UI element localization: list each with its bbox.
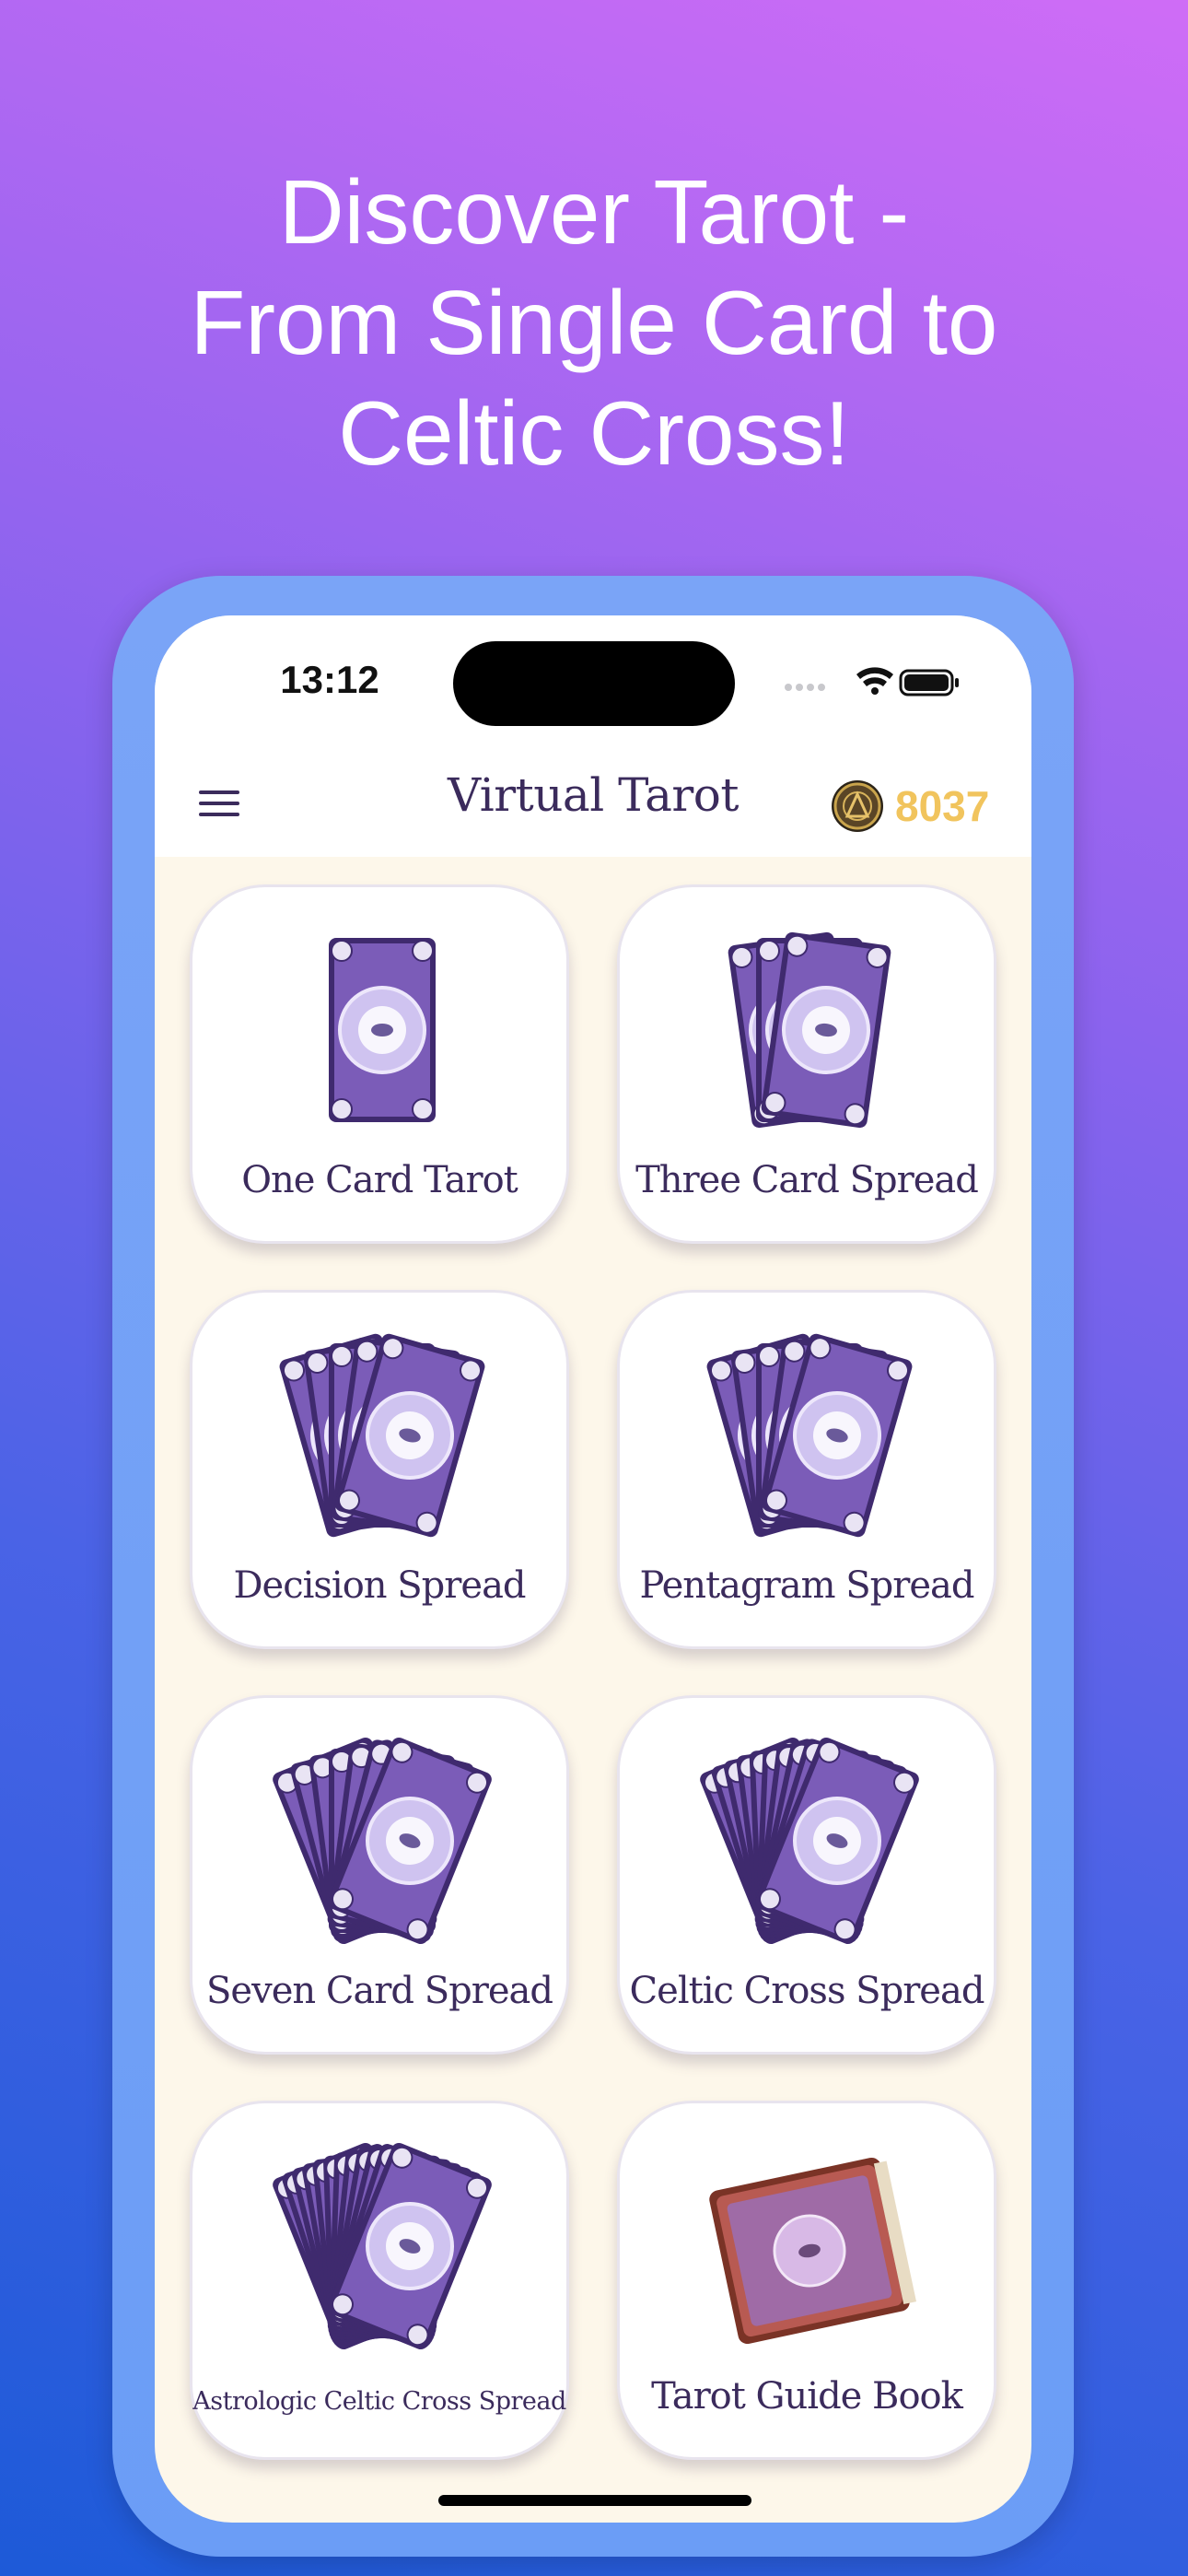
coin-icon xyxy=(832,780,883,832)
status-time: 13:12 xyxy=(280,658,379,701)
card-fan-icon xyxy=(700,1737,919,1945)
tile-label: Pentagram Spread xyxy=(639,1564,975,1607)
tile-pentagram-spread[interactable]: Pentagram Spread xyxy=(617,1290,996,1649)
menu-button[interactable] xyxy=(190,774,249,833)
tile-label: Astrologic Celtic Cross Spread xyxy=(192,2387,566,2416)
card-fan-icon xyxy=(706,1333,913,1538)
coin-count: 8037 xyxy=(895,782,990,830)
card-fan-icon xyxy=(279,1333,485,1538)
tile-label: Three Card Spread xyxy=(635,1159,979,1201)
battery-icon xyxy=(899,669,959,697)
status-icons xyxy=(781,662,965,702)
card-fan-icon xyxy=(273,1737,492,1945)
spread-grid: One Card Tarot Three Card Spread Decisio… xyxy=(155,857,1031,2523)
wifi-icon xyxy=(856,667,893,695)
card-fan-icon xyxy=(273,2142,492,2350)
tile-seven-card-spread[interactable]: Seven Card Spread xyxy=(190,1695,569,2055)
app-title: Virtual Tarot xyxy=(448,768,740,822)
tile-label: Seven Card Spread xyxy=(206,1970,553,2012)
book-icon xyxy=(709,2157,916,2345)
status-bar: 13:12 xyxy=(155,615,1031,754)
tile-astrologic-celtic-cross-spread[interactable]: Astrologic Celtic Cross Spread xyxy=(190,2101,569,2460)
tile-one-card-tarot[interactable]: One Card Tarot xyxy=(190,884,569,1244)
tarot-card-back xyxy=(329,938,436,1122)
tile-celtic-cross-spread[interactable]: Celtic Cross Spread xyxy=(617,1695,996,2055)
home-indicator[interactable] xyxy=(438,2495,751,2506)
tile-label: Celtic Cross Spread xyxy=(629,1970,985,2012)
three-cards-icon xyxy=(728,931,891,1129)
tile-tarot-guide-book[interactable]: Tarot Guide Book xyxy=(617,2101,996,2460)
tile-label: One Card Tarot xyxy=(241,1159,518,1201)
signal-icon xyxy=(785,684,825,691)
tile-three-card-spread[interactable]: Three Card Spread xyxy=(617,884,996,1244)
tile-decision-spread[interactable]: Decision Spread xyxy=(190,1290,569,1649)
nav-bar: Virtual Tarot 8037 xyxy=(155,754,1031,857)
marketing-headline: Discover Tarot - From Single Card to Cel… xyxy=(190,161,998,484)
book xyxy=(709,2157,916,2345)
dynamic-island xyxy=(453,641,735,726)
tile-label: Decision Spread xyxy=(233,1564,526,1607)
phone-screen: 13:12 Virtual Tarot 8037 One Card Tarot … xyxy=(155,615,1031,2523)
tile-label: Tarot Guide Book xyxy=(651,2375,963,2418)
coin-balance[interactable]: 8037 xyxy=(831,774,1024,835)
hamburger-icon xyxy=(199,790,239,816)
single-card-icon xyxy=(329,938,436,1122)
